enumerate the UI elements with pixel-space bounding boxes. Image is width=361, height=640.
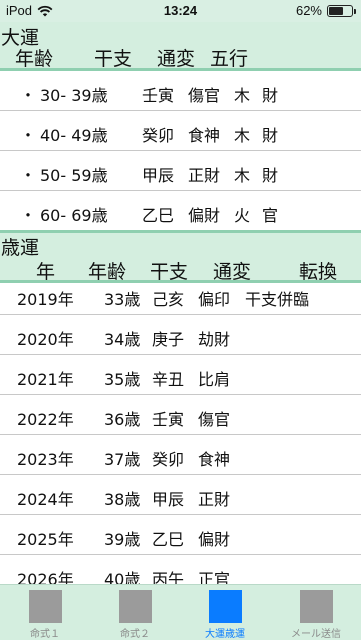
row-year: 2019年 [17,290,74,309]
row-kanshi: 癸卯 [152,450,185,469]
row-kanshi: 甲辰 [152,490,185,509]
row-gogyo1: 木 [234,86,251,105]
row-gogyo2: 財 [262,166,279,185]
row-bullet: ・ [20,126,37,145]
row-year: 2024年 [17,490,74,509]
tab-label: 大運歳運 [205,629,245,640]
daiun-row[interactable]: ・ 50- 59歳 甲辰 正財 木 財 [0,151,361,191]
row-bullet: ・ [20,166,37,185]
row-age: 37歳 [104,450,141,469]
row-tsuhen: 偏財 [198,530,231,549]
tab-bar: 命式１ 命式２ 大運歳運 メール送信 [0,584,361,640]
row-year: 2025年 [17,530,74,549]
tab-label: 命式２ [120,629,150,640]
row-bullet: ・ [20,206,37,225]
placeholder-square-icon [119,590,152,623]
battery-icon [327,4,356,17]
saiun-row[interactable]: 2021年 35歳 辛丑 比肩 [0,355,361,395]
row-kanshi: 壬寅 [152,410,185,429]
daiun-col-tsuhen: 通変 [157,48,196,70]
row-kanshi: 壬寅 [142,86,175,105]
saiun-row[interactable]: 2025年 39歳 乙巳 偏財 [0,515,361,555]
daiun-row[interactable]: ・ 30- 39歳 壬寅 傷官 木 財 [0,71,361,111]
row-gogyo2: 財 [262,126,279,145]
row-gogyo1: 火 [234,206,251,225]
battery-fill [329,6,343,15]
tab-label: メール送信 [291,629,341,640]
row-kanshi: 庚子 [152,330,185,349]
row-tsuhen: 食神 [188,126,221,145]
saiun-row[interactable]: 2022年 36歳 壬寅 傷官 [0,395,361,435]
battery-percent: 62% [295,3,322,18]
placeholder-square-icon [300,590,333,623]
status-bar: iPod 13:24 62% [0,0,361,22]
status-right: 62% [295,3,356,18]
tab-daiun-saiun[interactable]: 大運歳運 [180,585,270,640]
row-age: 30- 39歳 [40,86,108,105]
saiun-row[interactable]: 2019年 33歳 己亥 偏印 干支併臨 [0,275,361,315]
row-kanshi: 辛丑 [152,370,185,389]
row-tsuhen: 偏財 [188,206,221,225]
daiun-col-gogyo: 五行 [210,48,249,70]
row-year: 2020年 [17,330,74,349]
row-gogyo1: 木 [234,166,251,185]
saiun-title: 歳運 [1,237,40,259]
saiun-row[interactable]: 2023年 37歳 癸卯 食神 [0,435,361,475]
row-kanshi: 乙巳 [152,530,185,549]
tab-meishiki-1[interactable]: 命式１ [0,585,90,640]
tab-meishiki-2[interactable]: 命式２ [90,585,180,640]
daiun-col-age: 年齢 [15,48,54,70]
daiun-col-kanshi: 干支 [94,48,133,70]
placeholder-square-icon [209,590,242,623]
row-tsuhen: 傷官 [198,410,231,429]
tab-send-mail[interactable]: メール送信 [271,585,361,640]
row-age: 60- 69歳 [40,206,108,225]
row-age: 50- 59歳 [40,166,108,185]
row-tenkan: 干支併臨 [245,290,310,309]
row-age: 36歳 [104,410,141,429]
row-tsuhen: 食神 [198,450,231,469]
row-tsuhen: 劫財 [198,330,231,349]
row-tsuhen: 傷官 [188,86,221,105]
row-kanshi: 癸卯 [142,126,175,145]
row-tsuhen: 正財 [188,166,221,185]
row-tsuhen: 比肩 [198,370,231,389]
row-age: 38歳 [104,490,141,509]
daiun-row[interactable]: ・ 40- 49歳 癸卯 食神 木 財 [0,111,361,151]
row-year: 2023年 [17,450,74,469]
row-tsuhen: 偏印 [198,290,231,309]
row-age: 35歳 [104,370,141,389]
row-gogyo2: 官 [262,206,279,225]
row-year: 2022年 [17,410,74,429]
row-gogyo1: 木 [234,126,251,145]
row-age: 33歳 [104,290,141,309]
row-gogyo2: 財 [262,86,279,105]
saiun-row[interactable]: 2024年 38歳 甲辰 正財 [0,475,361,515]
row-kanshi: 己亥 [152,290,185,309]
row-bullet: ・ [20,86,37,105]
row-kanshi: 甲辰 [142,166,175,185]
daiun-header: 大運 年齢 干支 通変 五行 [0,22,361,70]
row-year: 2021年 [17,370,74,389]
placeholder-square-icon [29,590,62,623]
saiun-row[interactable]: 2020年 34歳 庚子 劫財 [0,315,361,355]
row-age: 40- 49歳 [40,126,108,145]
row-age: 39歳 [104,530,141,549]
row-kanshi: 乙巳 [142,206,175,225]
daiun-row[interactable]: ・ 60- 69歳 乙巳 偏財 火 官 [0,191,361,231]
tab-label: 命式１ [30,629,60,640]
row-age: 34歳 [104,330,141,349]
row-tsuhen: 正財 [198,490,231,509]
saiun-header: 歳運 年 年齢 干支 通変 転換 [0,233,361,283]
